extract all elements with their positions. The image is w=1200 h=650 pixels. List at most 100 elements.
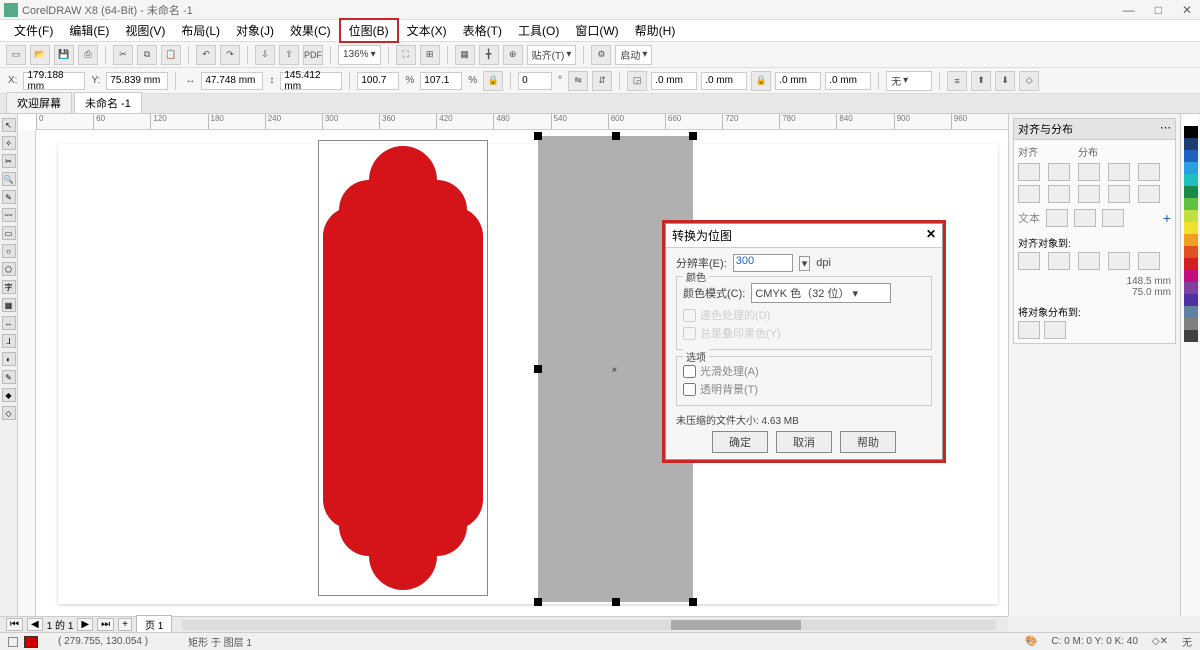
export-icon[interactable]: ⇧ (279, 45, 299, 65)
prev-page-icon[interactable]: ◀ (27, 618, 43, 631)
pick-tool-icon[interactable]: ↖ (2, 118, 16, 132)
align-to-5-icon[interactable] (1138, 252, 1160, 270)
color-mode-select[interactable]: CMYK 色（32 位） ▾ (751, 283, 891, 303)
color-swatch[interactable] (1184, 186, 1198, 198)
handle-n[interactable] (612, 132, 620, 140)
menu-布局l[interactable]: 布局(L) (173, 20, 228, 41)
resolution-field[interactable]: 300 (733, 254, 793, 272)
rectangle-tool-icon[interactable]: ▭ (2, 226, 16, 240)
handle-s[interactable] (612, 598, 620, 606)
front-icon[interactable]: ⬆ (971, 71, 991, 91)
menu-文本x[interactable]: 文本(X) (399, 20, 455, 41)
align-to-3-icon[interactable] (1078, 252, 1100, 270)
color-swatch[interactable] (1184, 126, 1198, 138)
menu-文件f[interactable]: 文件(F) (6, 20, 61, 41)
snap-icon[interactable]: ⊕ (503, 45, 523, 65)
artistic-tool-icon[interactable]: 〰 (2, 208, 16, 222)
menu-效果c[interactable]: 效果(C) (282, 20, 339, 41)
tab-welcome[interactable]: 欢迎屏幕 (6, 92, 72, 113)
minimize-button[interactable]: — (1119, 3, 1139, 17)
color-profile-icon[interactable]: 🎨 (1025, 636, 1037, 647)
next-page-icon[interactable]: ▶ (77, 618, 93, 631)
polygon-tool-icon[interactable]: ⬠ (2, 262, 16, 276)
maximize-button[interactable]: □ (1151, 3, 1166, 17)
align-to-1-icon[interactable] (1018, 252, 1040, 270)
help-button[interactable]: 帮助 (840, 431, 896, 453)
guides-icon[interactable]: ╋ (479, 45, 499, 65)
color-swatch[interactable] (1184, 198, 1198, 210)
dropper-tool-icon[interactable]: ✎ (2, 370, 16, 384)
color-swatch[interactable] (1184, 234, 1198, 246)
color-swatch[interactable] (1184, 258, 1198, 270)
zoom-combo[interactable]: 136% ▾ (338, 45, 381, 65)
menu-帮助h[interactable]: 帮助(H) (627, 20, 684, 41)
new-icon[interactable]: ▭ (6, 45, 26, 65)
handle-w[interactable] (534, 365, 542, 373)
align-bottom-icon[interactable] (1078, 185, 1100, 203)
mirror-v-icon[interactable]: ⇵ (592, 71, 612, 91)
plus-icon[interactable]: + (1163, 210, 1171, 226)
handle-sw[interactable] (534, 598, 542, 606)
dist-center-h-icon[interactable] (1138, 163, 1160, 181)
dist-middle-icon[interactable] (1138, 185, 1160, 203)
align-to-4-icon[interactable] (1108, 252, 1130, 270)
corner-d-field[interactable]: .0 mm (825, 72, 871, 90)
width-field[interactable]: 47.748 mm (201, 72, 263, 90)
lock-corner-icon[interactable]: 🔒 (751, 71, 771, 91)
first-page-icon[interactable]: ⏮ (6, 618, 23, 631)
ellipse-tool-icon[interactable]: ○ (2, 244, 16, 258)
align-top-icon[interactable] (1018, 185, 1040, 203)
paste-icon[interactable]: 📋 (161, 45, 181, 65)
rulers-icon[interactable]: ⊞ (420, 45, 440, 65)
lock-ratio-icon[interactable]: 🔒 (483, 71, 503, 91)
shape-tool-icon[interactable]: ✧ (2, 136, 16, 150)
color-swatch[interactable] (1184, 246, 1198, 258)
close-button[interactable]: ✕ (1178, 3, 1196, 17)
outline-tool-icon[interactable]: ◇ (2, 406, 16, 420)
red-ornament-shape[interactable] (318, 140, 488, 596)
color-swatch[interactable] (1184, 270, 1198, 282)
last-page-icon[interactable]: ⏭ (97, 618, 114, 631)
wrap-icon[interactable]: ≡ (947, 71, 967, 91)
color-swatch[interactable] (1184, 318, 1198, 330)
rotation-field[interactable]: 0 (518, 72, 552, 90)
height-field[interactable]: 145.412 mm (280, 72, 342, 90)
text-tool-icon[interactable]: 字 (2, 280, 16, 294)
pos-x-field[interactable]: 179.188 mm (23, 72, 85, 90)
options-icon[interactable]: ⚙ (591, 45, 611, 65)
align-left-icon[interactable] (1018, 163, 1040, 181)
antialias-checkbox[interactable] (683, 365, 696, 378)
color-swatch[interactable] (1184, 282, 1198, 294)
scrollbar-thumb[interactable] (671, 620, 801, 630)
align-center-h-icon[interactable] (1048, 163, 1070, 181)
copy-icon[interactable]: ⧉ (137, 45, 157, 65)
color-swatch[interactable] (1184, 306, 1198, 318)
dist-to-1-icon[interactable] (1018, 321, 1040, 339)
open-icon[interactable]: 📂 (30, 45, 50, 65)
import-icon[interactable]: ⇩ (255, 45, 275, 65)
transparent-bg-checkbox[interactable] (683, 383, 696, 396)
undo-icon[interactable]: ↶ (196, 45, 216, 65)
menu-窗口w[interactable]: 窗口(W) (567, 20, 626, 41)
outline-width-combo[interactable]: 无 ▾ (886, 71, 932, 91)
dimension-tool-icon[interactable]: ↔ (2, 316, 16, 330)
back-icon[interactable]: ⬇ (995, 71, 1015, 91)
color-swatch[interactable] (1184, 114, 1198, 126)
color-swatch[interactable] (1184, 222, 1198, 234)
freehand-tool-icon[interactable]: ✎ (2, 190, 16, 204)
color-swatch[interactable] (1184, 162, 1198, 174)
connector-tool-icon[interactable]: ⅃ (2, 334, 16, 348)
dialog-close-icon[interactable]: ✕ (926, 227, 936, 244)
corner-b-field[interactable]: .0 mm (701, 72, 747, 90)
horizontal-scrollbar[interactable] (182, 620, 996, 630)
add-page-icon[interactable]: + (118, 618, 132, 631)
grid-icon[interactable]: ▦ (455, 45, 475, 65)
mirror-h-icon[interactable]: ⇋ (568, 71, 588, 91)
cancel-button[interactable]: 取消 (776, 431, 832, 453)
corner-c-field[interactable]: .0 mm (775, 72, 821, 90)
align-right-icon[interactable] (1078, 163, 1100, 181)
zoom-tool-icon[interactable]: 🔍 (2, 172, 16, 186)
ok-button[interactable]: 确定 (712, 431, 768, 453)
corner-a-field[interactable]: .0 mm (651, 72, 697, 90)
tab-document[interactable]: 未命名 -1 (74, 92, 142, 113)
